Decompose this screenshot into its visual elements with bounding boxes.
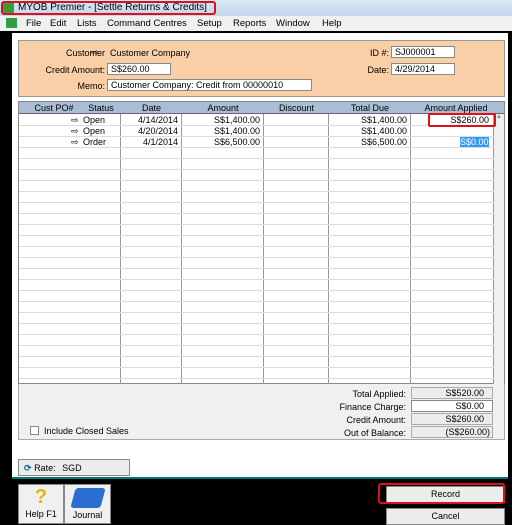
date-cell: 4/1/2014 bbox=[142, 137, 178, 147]
journal-button[interactable]: Journal bbox=[64, 484, 111, 524]
status-arrow-icon[interactable]: ⇨ bbox=[71, 115, 79, 126]
title-highlight bbox=[1, 1, 216, 15]
amount-cell: S$1,400.00 bbox=[213, 126, 260, 136]
rate-label: Rate: bbox=[34, 463, 56, 473]
date-cell: 4/14/2014 bbox=[137, 115, 178, 125]
finance-charge-field[interactable]: S$0.00 bbox=[411, 400, 493, 412]
help-icon: ? bbox=[34, 486, 48, 508]
app-menu-icon[interactable] bbox=[6, 18, 17, 28]
menu-window[interactable]: Window bbox=[276, 18, 310, 29]
date-cell: 4/20/2014 bbox=[137, 126, 178, 136]
credit-amount-label: Credit Amount: bbox=[45, 65, 105, 75]
menu-help[interactable]: Help bbox=[322, 18, 342, 29]
id-label: ID #: bbox=[369, 48, 389, 58]
credit-amount-summary-value: S$260.00 bbox=[411, 413, 493, 425]
cancel-button[interactable]: Cancel bbox=[386, 508, 505, 525]
include-closed-label[interactable]: Include Closed Sales bbox=[44, 426, 129, 436]
col-amount-applied: Amount Applied bbox=[424, 103, 488, 113]
amount-cell: S$1,400.00 bbox=[213, 115, 260, 125]
status-cell: Open bbox=[83, 126, 106, 136]
table-scrollbar[interactable]: ▲ bbox=[494, 114, 504, 384]
col-discount: Discount bbox=[278, 103, 314, 113]
memo-label: Memo: bbox=[77, 81, 105, 91]
col-date: Date bbox=[141, 103, 161, 113]
customer-value: Customer Company bbox=[110, 48, 191, 58]
col-status: Status bbox=[88, 103, 114, 113]
menu-setup[interactable]: Setup bbox=[197, 18, 222, 29]
amount-cell: S$6,500.00 bbox=[213, 137, 260, 147]
journal-label: Journal bbox=[72, 510, 103, 520]
rate-value: SGD bbox=[62, 463, 82, 473]
credit-amount-summary-label: Credit Amount: bbox=[346, 415, 406, 425]
amount-applied-cell[interactable]: S$0.00 bbox=[460, 137, 489, 147]
status-cell: Open bbox=[83, 115, 106, 125]
finance-charge-label: Finance Charge: bbox=[339, 402, 406, 412]
refresh-icon: ⟳ bbox=[24, 463, 32, 473]
summary-section: Total Applied: S$520.00 Finance Charge: … bbox=[18, 384, 505, 440]
menu-command-centres[interactable]: Command Centres bbox=[107, 18, 187, 29]
help-label: Help F1 bbox=[25, 509, 57, 519]
customer-arrow-icon[interactable]: ⇨ bbox=[91, 47, 99, 58]
record-highlight bbox=[378, 483, 505, 504]
menu-edit[interactable]: Edit bbox=[50, 18, 66, 29]
total-due-cell: S$1,400.00 bbox=[360, 126, 407, 136]
include-closed-checkbox[interactable] bbox=[30, 426, 39, 435]
col-cust-po: Cust PO# bbox=[34, 103, 74, 113]
total-due-cell: S$1,400.00 bbox=[360, 115, 407, 125]
total-due-cell: S$6,500.00 bbox=[360, 137, 407, 147]
title-bar: MYOB Premier - [Settle Returns & Credits… bbox=[0, 0, 512, 16]
col-total-due: Total Due bbox=[350, 103, 390, 113]
credit-amount-field[interactable]: S$260.00 bbox=[107, 63, 171, 75]
rate-button[interactable]: ⟳ Rate: SGD bbox=[18, 459, 130, 476]
status-arrow-icon[interactable]: ⇨ bbox=[71, 126, 79, 137]
status-cell: Order bbox=[83, 137, 107, 147]
total-applied-value: S$520.00 bbox=[411, 387, 493, 399]
journal-icon bbox=[69, 488, 106, 508]
invoice-table: Cust PO# Status Date Amount Discount Tot… bbox=[18, 101, 505, 384]
memo-field[interactable]: Customer Company: Credit from 00000010 bbox=[107, 79, 312, 91]
menu-bar: File Edit Lists Command Centres Setup Re… bbox=[0, 16, 512, 31]
out-of-balance-value: (S$260.00) bbox=[411, 426, 493, 438]
out-of-balance-label: Out of Balance: bbox=[343, 428, 406, 438]
date-field[interactable]: 4/29/2014 bbox=[391, 63, 455, 75]
total-applied-label: Total Applied: bbox=[352, 389, 406, 399]
date-label: Date: bbox=[367, 65, 389, 75]
header-section: Customer ⇨ Customer Company Credit Amoun… bbox=[18, 40, 505, 97]
menu-reports[interactable]: Reports bbox=[233, 18, 266, 29]
col-amount: Amount bbox=[207, 103, 239, 113]
help-button[interactable]: ? Help F1 bbox=[18, 484, 64, 524]
menu-file[interactable]: File bbox=[26, 18, 41, 29]
applied-highlight bbox=[428, 113, 496, 127]
id-field[interactable]: SJ000001 bbox=[391, 46, 455, 58]
menu-lists[interactable]: Lists bbox=[77, 18, 97, 29]
status-arrow-icon[interactable]: ⇨ bbox=[71, 137, 79, 148]
